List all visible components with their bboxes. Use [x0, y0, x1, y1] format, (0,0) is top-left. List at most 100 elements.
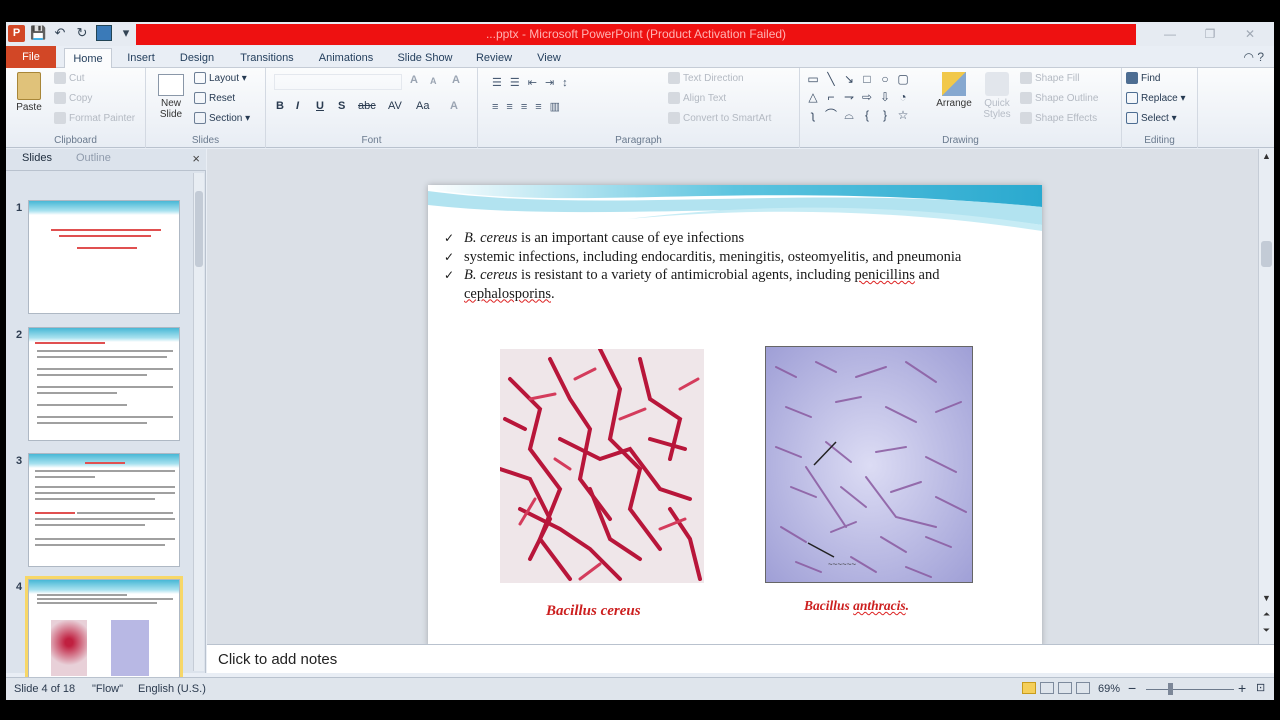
scroll-down-icon[interactable]: ▼: [1259, 593, 1274, 603]
change-case-button[interactable]: Aa: [416, 100, 429, 112]
brace-left-shape-icon[interactable]: {: [860, 108, 874, 122]
powerpoint-app-icon[interactable]: P: [8, 25, 25, 42]
alignment-buttons[interactable]: ≡≡≡≡▥: [492, 100, 568, 113]
reading-view-icon[interactable]: [1058, 682, 1072, 694]
minimize-button[interactable]: —: [1150, 24, 1190, 44]
shape-outline-button[interactable]: Shape Outline: [1020, 90, 1098, 108]
scroll-up-icon[interactable]: ▲: [1259, 151, 1274, 161]
redo-icon[interactable]: ↻: [74, 25, 90, 41]
cut-button[interactable]: Cut: [54, 70, 85, 88]
tab-view[interactable]: View: [528, 48, 570, 68]
slide-canvas[interactable]: ✓ B. cereus is an important cause of eye …: [428, 185, 1042, 647]
next-slide-icon[interactable]: ⏷: [1259, 625, 1274, 636]
bacillus-anthracis-image[interactable]: ~~~~~~: [765, 346, 973, 583]
tab-outline[interactable]: Outline: [76, 152, 111, 164]
elbow-arrow-shape-icon[interactable]: ⇁: [842, 90, 856, 104]
slide-sorter-view-icon[interactable]: [1040, 682, 1054, 694]
editor-scrollbar[interactable]: ▲ ▼ ⏶ ⏷: [1258, 149, 1274, 644]
rounded-rect-shape-icon[interactable]: ▢: [896, 72, 910, 86]
callout-shape-icon[interactable]: ◔: [896, 90, 910, 104]
shape-fill-button[interactable]: Shape Fill: [1020, 70, 1079, 88]
normal-view-icon[interactable]: [1022, 682, 1036, 694]
new-slide-button[interactable]: New Slide: [154, 74, 188, 120]
textbox-shape-icon[interactable]: ▭: [806, 72, 820, 86]
copy-button[interactable]: Copy: [54, 90, 92, 108]
select-button[interactable]: Select ▾: [1126, 110, 1177, 128]
slide-editing-area: ✓ B. cereus is an important cause of eye …: [207, 149, 1258, 647]
fit-slide-icon[interactable]: ⊡: [1256, 681, 1265, 694]
close-button[interactable]: ✕: [1230, 24, 1270, 44]
font-name-box[interactable]: [274, 74, 402, 90]
layout-button[interactable]: Layout ▾: [194, 70, 247, 88]
italic-button[interactable]: I: [296, 100, 299, 112]
oval-shape-icon[interactable]: ○: [878, 72, 892, 86]
section-button[interactable]: Section ▾: [194, 110, 250, 128]
elbow-shape-icon[interactable]: ⌐: [824, 90, 838, 104]
format-painter-button[interactable]: Format Painter: [54, 110, 135, 128]
shape-effects-button[interactable]: Shape Effects: [1020, 110, 1097, 128]
arrow-line-shape-icon[interactable]: ↘: [842, 72, 856, 86]
freeform-shape-icon[interactable]: ʅ: [806, 108, 820, 122]
shadow-button[interactable]: S: [338, 100, 345, 112]
tab-transitions[interactable]: Transitions: [230, 48, 304, 68]
zoom-in-button[interactable]: +: [1238, 680, 1246, 696]
zoom-out-button[interactable]: −: [1128, 680, 1136, 696]
align-text-button[interactable]: Align Text: [668, 90, 726, 108]
zoom-slider-knob[interactable]: [1168, 683, 1173, 695]
undo-icon[interactable]: ↶: [52, 25, 68, 41]
font-color-button[interactable]: A: [450, 100, 458, 112]
bold-button[interactable]: B: [276, 100, 284, 112]
language-indicator[interactable]: English (U.S.): [138, 683, 206, 695]
right-arrow-shape-icon[interactable]: ⇨: [860, 90, 874, 104]
reset-button[interactable]: Reset: [194, 90, 235, 108]
brace-right-shape-icon[interactable]: }: [878, 108, 892, 122]
slideshow-view-icon[interactable]: [1076, 682, 1090, 694]
customize-icon[interactable]: ▾: [118, 25, 134, 41]
tab-slides[interactable]: Slides: [22, 152, 52, 164]
down-arrow-shape-icon[interactable]: ⇩: [878, 90, 892, 104]
grow-font-button[interactable]: A: [410, 74, 418, 86]
replace-button[interactable]: Replace ▾: [1126, 90, 1186, 108]
quick-styles-button[interactable]: Quick Styles: [980, 72, 1014, 120]
tab-slide-show[interactable]: Slide Show: [390, 48, 460, 68]
triangle-shape-icon[interactable]: △: [806, 90, 820, 104]
bullet-list[interactable]: ✓ B. cereus is an important cause of eye …: [444, 229, 1036, 303]
tab-file[interactable]: File: [6, 46, 56, 68]
clear-formatting-button[interactable]: A: [452, 74, 460, 86]
shapes-gallery[interactable]: ▭ ╲ ↘ □ ○ ▢ △ ⌐ ⇁ ⇨ ⇩ ◔ ʅ ⌒ ⌓ { } ☆: [806, 72, 918, 126]
previous-slide-icon[interactable]: ⏶: [1259, 609, 1274, 620]
find-button[interactable]: Find: [1126, 70, 1160, 88]
list-buttons[interactable]: ☰☰⇤⇥↕: [492, 76, 576, 89]
notes-pane[interactable]: Click to add notes: [207, 644, 1274, 673]
help-icon[interactable]: ◠ ?: [1244, 50, 1264, 64]
scrollbar-thumb[interactable]: [195, 191, 203, 267]
character-spacing-button[interactable]: AV: [388, 100, 402, 112]
text-direction-button[interactable]: Text Direction: [668, 70, 744, 88]
zoom-level[interactable]: 69%: [1098, 683, 1120, 695]
star-shape-icon[interactable]: ☆: [896, 108, 910, 122]
save-icon[interactable]: 💾: [30, 25, 46, 41]
line-shape-icon[interactable]: ╲: [824, 72, 838, 86]
tab-design[interactable]: Design: [170, 48, 224, 68]
arc-shape-icon[interactable]: ⌓: [842, 108, 856, 122]
tab-review[interactable]: Review: [468, 48, 520, 68]
bacillus-cereus-image[interactable]: [500, 349, 704, 583]
rectangle-shape-icon[interactable]: □: [860, 72, 874, 86]
slides-pane-scrollbar[interactable]: [193, 173, 204, 671]
tab-insert[interactable]: Insert: [118, 48, 164, 68]
theme-name[interactable]: "Flow": [92, 683, 123, 695]
maximize-button[interactable]: ❐: [1190, 24, 1230, 44]
convert-smartart-button[interactable]: Convert to SmartArt: [668, 110, 771, 128]
scrollbar-thumb[interactable]: [1261, 241, 1272, 267]
underline-button[interactable]: U: [316, 100, 324, 112]
tab-home[interactable]: Home: [64, 48, 112, 70]
close-pane-icon[interactable]: ×: [192, 151, 200, 166]
present-icon[interactable]: [96, 25, 112, 41]
zoom-slider[interactable]: [1146, 689, 1234, 690]
tab-animations[interactable]: Animations: [312, 48, 380, 68]
strikethrough-button[interactable]: abc: [358, 100, 376, 112]
paste-button[interactable]: Paste: [12, 72, 46, 113]
curve-shape-icon[interactable]: ⌒: [824, 108, 838, 122]
shrink-font-button[interactable]: A: [430, 76, 437, 86]
arrange-button[interactable]: Arrange: [932, 72, 976, 109]
